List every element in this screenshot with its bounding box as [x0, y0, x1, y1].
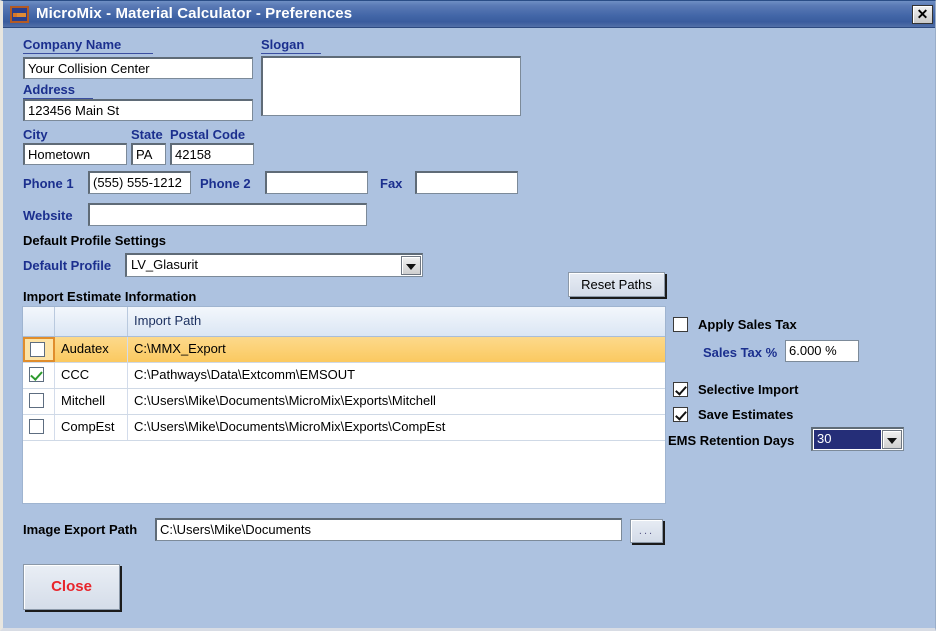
apply-sales-tax-checkbox[interactable] — [673, 317, 688, 332]
ems-retention-select[interactable]: 30 — [811, 427, 904, 451]
default-profile-section-label: Default Profile Settings — [23, 233, 167, 248]
row-checkbox[interactable] — [30, 342, 45, 357]
city-input[interactable]: Hometown — [23, 143, 127, 165]
table-row[interactable]: Audatex C:\MMX_Export — [23, 337, 665, 363]
default-profile-select[interactable]: LV_Glasurit — [125, 253, 423, 277]
row-checkbox-cell[interactable] — [23, 363, 55, 388]
row-checkbox-cell[interactable] — [23, 415, 55, 440]
column-header-source — [55, 307, 128, 336]
reset-paths-button[interactable]: Reset Paths — [568, 272, 665, 297]
fax-label: Fax — [380, 176, 403, 191]
sales-tax-pct-label: Sales Tax % — [703, 345, 778, 360]
company-name-input[interactable]: Your Collision Center — [23, 57, 253, 79]
postal-label: Postal Code — [170, 127, 254, 144]
row-import-path[interactable]: C:\Users\Mike\Documents\MicroMix\Exports… — [128, 389, 665, 414]
window-title: MicroMix - Material Calculator - Prefere… — [36, 5, 353, 22]
apply-sales-tax-label: Apply Sales Tax — [698, 317, 797, 332]
phone2-label: Phone 2 — [200, 176, 251, 191]
import-section-label: Import Estimate Information — [23, 289, 197, 304]
image-export-path-label: Image Export Path — [23, 522, 138, 537]
slogan-input[interactable] — [261, 56, 521, 116]
website-label: Website — [23, 208, 73, 223]
address-label: Address — [23, 82, 93, 99]
close-icon[interactable]: ✕ — [912, 5, 933, 24]
import-paths-table: Import Path Audatex C:\MMX_Export CCC C:\Pa… — [22, 306, 666, 504]
default-profile-value: LV_Glasurit — [131, 257, 198, 272]
save-estimates-label: Save Estimates — [698, 407, 794, 422]
row-source-name: CompEst — [55, 415, 128, 440]
phone1-label: Phone 1 — [23, 176, 74, 191]
default-profile-label: Default Profile — [23, 258, 112, 273]
table-header-row: Import Path — [23, 307, 665, 337]
website-input[interactable] — [88, 203, 367, 226]
city-label: City — [23, 127, 123, 144]
row-checkbox[interactable] — [29, 367, 44, 382]
table-row[interactable]: Mitchell C:\Users\Mike\Documents\MicroMix… — [23, 389, 665, 415]
preferences-window: MicroMix - Material Calculator - Prefere… — [0, 0, 936, 631]
chevron-down-icon[interactable] — [882, 430, 902, 449]
row-import-path[interactable]: C:\Pathways\Data\Extcomm\EMSOUT — [128, 363, 665, 388]
phone2-input[interactable] — [265, 171, 368, 194]
state-input[interactable]: PA — [131, 143, 166, 165]
chevron-down-icon[interactable] — [401, 256, 421, 275]
title-bar: MicroMix - Material Calculator - Prefere… — [3, 1, 935, 28]
fax-input[interactable] — [415, 171, 518, 194]
postal-input[interactable]: 42158 — [170, 143, 254, 165]
row-checkbox[interactable] — [29, 419, 44, 434]
sales-tax-pct-input[interactable]: 6.000 % — [785, 340, 859, 362]
row-source-name: Audatex — [55, 337, 128, 362]
row-source-name: Mitchell — [55, 389, 128, 414]
selective-import-checkbox[interactable] — [673, 382, 688, 397]
ems-retention-label: EMS Retention Days — [668, 433, 795, 448]
column-header-import-path: Import Path — [134, 313, 202, 328]
column-header-check — [23, 307, 55, 336]
table-row[interactable]: CompEst C:\Users\Mike\Documents\MicroMix\… — [23, 415, 665, 441]
table-row[interactable]: CCC C:\Pathways\Data\Extcomm\EMSOUT — [23, 363, 665, 389]
ems-retention-value: 30 — [814, 430, 881, 449]
save-estimates-checkbox[interactable] — [673, 407, 688, 422]
row-import-path[interactable]: C:\MMX_Export — [128, 337, 665, 362]
browse-button[interactable]: ... — [630, 519, 663, 543]
phone1-input[interactable]: (555) 555-1212 — [88, 171, 191, 194]
table-body: Audatex C:\MMX_Export CCC C:\Pathways\Data\… — [23, 337, 665, 441]
image-export-path-input[interactable]: C:\Users\Mike\Documents — [155, 518, 622, 541]
selective-import-label: Selective Import — [698, 382, 799, 397]
row-checkbox-cell[interactable] — [23, 337, 55, 362]
slogan-label: Slogan — [261, 37, 321, 54]
close-button[interactable]: Close — [23, 564, 120, 610]
row-source-name: CCC — [55, 363, 128, 388]
app-icon — [10, 6, 29, 23]
row-checkbox-cell[interactable] — [23, 389, 55, 414]
row-import-path[interactable]: C:\Users\Mike\Documents\MicroMix\Exports… — [128, 415, 665, 440]
state-label: State — [131, 127, 166, 144]
row-checkbox[interactable] — [29, 393, 44, 408]
address-input[interactable]: 123456 Main St — [23, 99, 253, 121]
company-name-label: Company Name — [23, 37, 153, 54]
